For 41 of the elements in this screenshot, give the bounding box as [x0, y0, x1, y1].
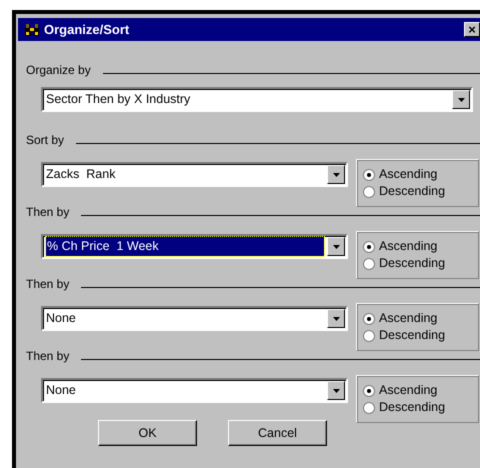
dropdown-field[interactable]: None [41, 306, 348, 331]
radio-label[interactable]: Descending [379, 182, 446, 201]
cancel-button[interactable]: Cancel [228, 420, 327, 446]
dropdown-button[interactable] [327, 381, 345, 400]
dropdown-button[interactable] [327, 165, 345, 184]
section-label: Sort by [26, 132, 64, 149]
radio-label[interactable]: Descending [379, 254, 446, 273]
radio-label[interactable]: Ascending [379, 237, 438, 256]
dropdown-button[interactable] [327, 309, 345, 328]
dropdown-arrow-icon [332, 172, 340, 176]
radio-button[interactable] [363, 186, 375, 198]
radio-button[interactable] [363, 384, 375, 396]
radio-button[interactable] [363, 258, 375, 270]
section-label: Then by [26, 204, 70, 221]
radio-button[interactable] [363, 168, 375, 180]
ok-button[interactable]: OK [98, 420, 197, 446]
section-label: Then by [26, 276, 70, 293]
section-label: Then by [26, 348, 70, 365]
dropdown-field[interactable]: None [41, 378, 348, 403]
dropdown-button[interactable] [452, 90, 470, 109]
radio-label[interactable]: Descending [379, 326, 446, 345]
radio-label[interactable]: Ascending [379, 381, 438, 400]
radio-button[interactable] [363, 312, 375, 324]
radio-label[interactable]: Descending [379, 398, 446, 417]
dropdown-arrow-icon [332, 316, 340, 320]
radio-button[interactable] [363, 240, 375, 252]
binoculars-icon [24, 22, 40, 36]
radio-button[interactable] [363, 330, 375, 342]
section-label: Organize by [26, 62, 91, 79]
window-title: Organize/Sort [44, 20, 130, 39]
dropdown-button[interactable] [327, 237, 345, 256]
dropdown-arrow-icon [458, 98, 464, 102]
radio-label[interactable]: Ascending [379, 309, 438, 328]
dropdown-field[interactable]: % Ch Price 1 Week [41, 234, 348, 259]
radio-label[interactable]: Ascending [379, 165, 438, 184]
dropdown-field[interactable]: Sector Then by X Industry [41, 87, 473, 112]
dropdown-field[interactable]: Zacks Rank [41, 162, 348, 187]
close-button[interactable]: × [464, 22, 480, 37]
dropdown-arrow-icon [332, 244, 340, 248]
radio-button[interactable] [363, 402, 375, 414]
dropdown-arrow-icon [332, 388, 340, 392]
